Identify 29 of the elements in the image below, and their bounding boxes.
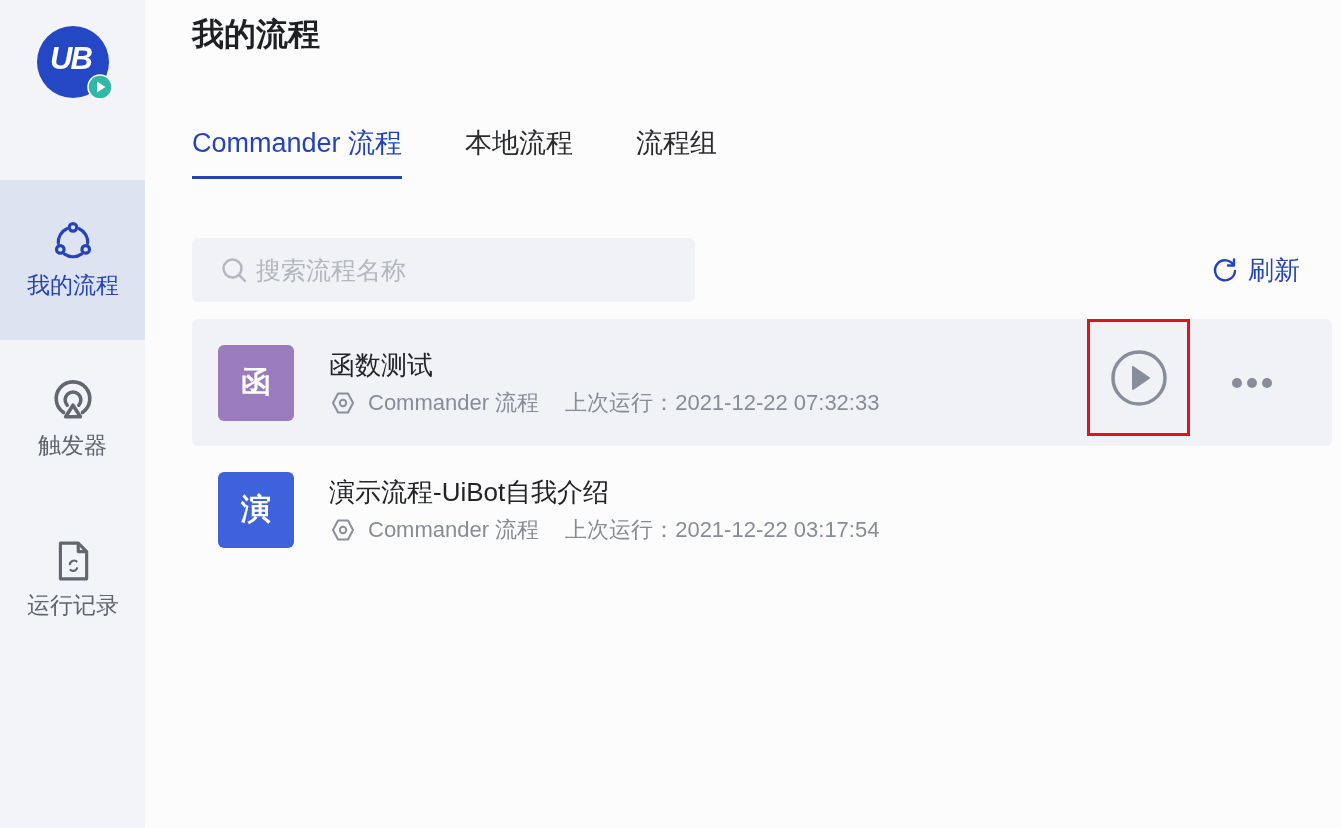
tab[interactable]: 本地流程 bbox=[465, 125, 574, 179]
process-name: 演示流程-UiBot自我介绍 bbox=[329, 475, 610, 509]
tab[interactable]: 流程组 bbox=[636, 125, 718, 179]
process-type: Commander 流程 bbox=[368, 388, 540, 417]
sidebar-item[interactable]: 触发器 bbox=[0, 340, 145, 500]
process-row[interactable]: 演 演示流程-UiBot自我介绍 Commander 流程 上次运行：2021-12-22 03:17:54 bbox=[192, 446, 1332, 573]
last-run-time: 上次运行：2021-12-22 03:17:54 bbox=[565, 515, 880, 544]
run-button[interactable] bbox=[1087, 319, 1190, 436]
sidebar-item[interactable]: 我的流程 bbox=[0, 180, 145, 340]
play-badge-icon bbox=[86, 74, 113, 100]
hexagon-icon bbox=[331, 517, 355, 542]
more-icon bbox=[1231, 376, 1273, 389]
signal-arc-icon bbox=[51, 380, 94, 422]
sidebar-item[interactable]: 运行记录 bbox=[0, 500, 145, 660]
play-circle-icon bbox=[1110, 349, 1167, 406]
process-row[interactable]: 函 函数测试 Commander 流程 上次运行：2021-12-22 07:32:33 bbox=[192, 319, 1332, 446]
app-logo: UB bbox=[36, 26, 109, 98]
process-name: 函数测试 bbox=[329, 348, 433, 382]
hexagon-icon bbox=[331, 390, 355, 415]
process-avatar: 演 bbox=[218, 471, 294, 548]
process-avatar: 函 bbox=[218, 344, 294, 421]
search-field[interactable]: 搜索流程名称 bbox=[192, 238, 695, 302]
page-title: 我的流程 bbox=[192, 15, 320, 54]
process-type: Commander 流程 bbox=[368, 515, 540, 544]
last-run-time: 上次运行：2021-12-22 07:32:33 bbox=[565, 388, 880, 417]
search-icon bbox=[221, 257, 247, 283]
refresh-icon bbox=[1212, 257, 1238, 283]
refresh-button[interactable]: 刷新 bbox=[1212, 252, 1300, 288]
tab[interactable]: Commander 流程 bbox=[192, 125, 403, 179]
